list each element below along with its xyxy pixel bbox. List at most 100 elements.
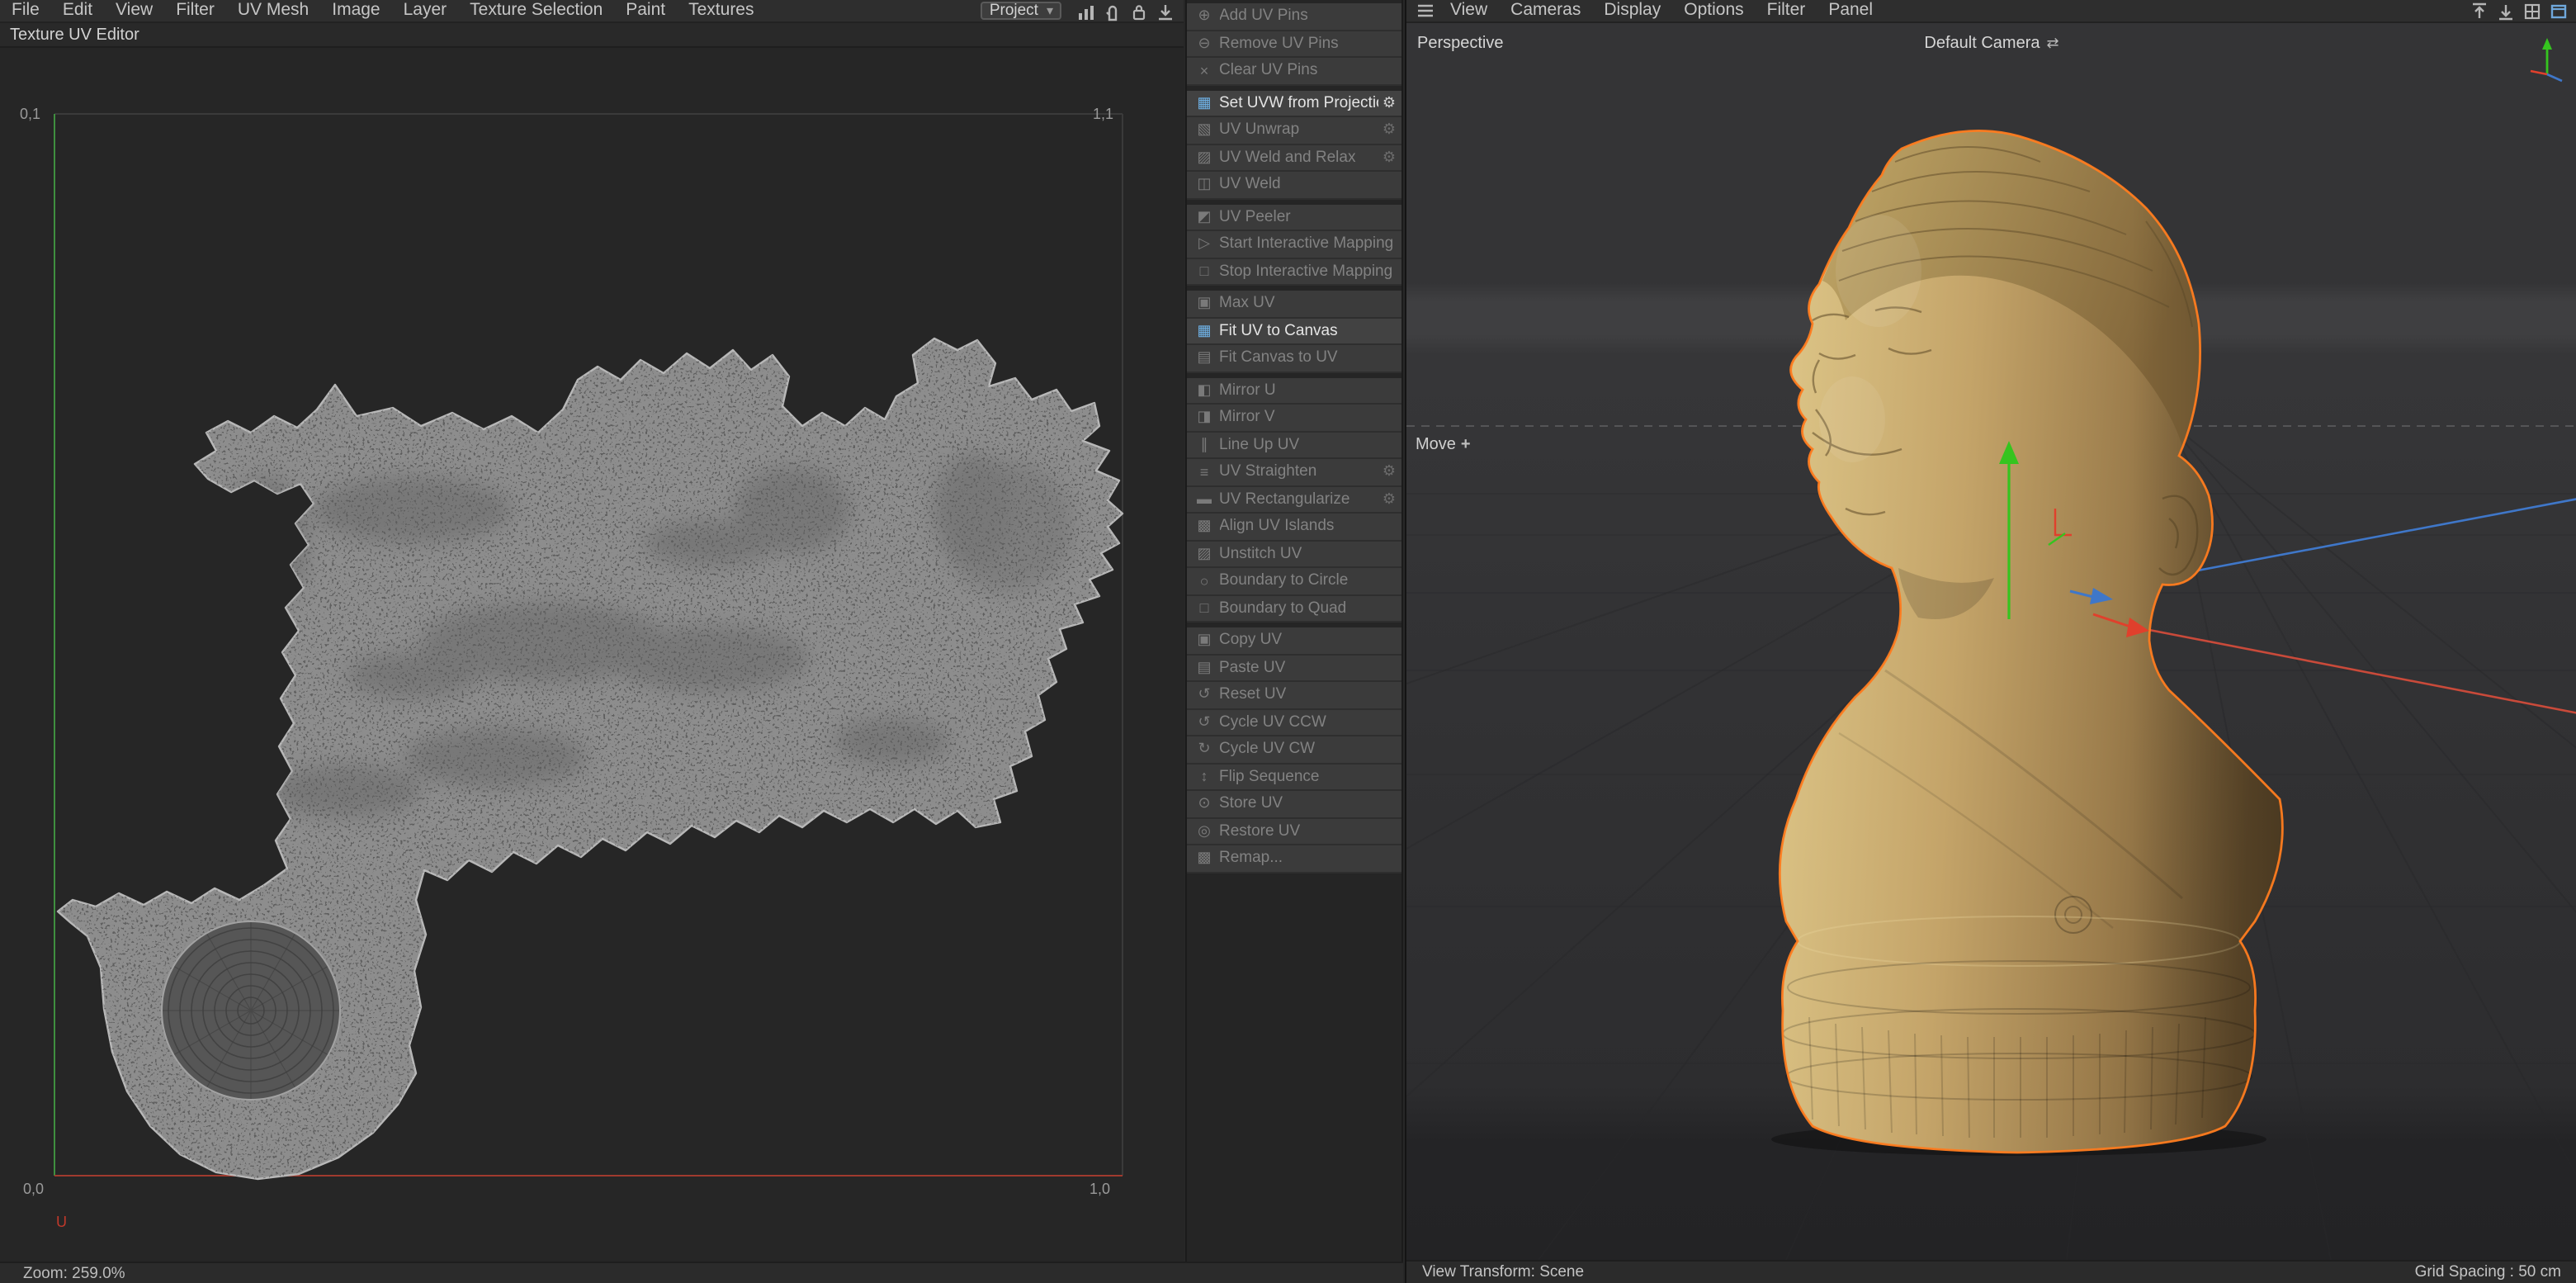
camera-swap-icon[interactable]: ⇄ <box>2046 35 2058 53</box>
uv-menu-item-label: Flip Sequence <box>1219 768 1396 786</box>
uv-menu-item-label: Add UV Pins <box>1219 7 1396 26</box>
start-interactive-mapping-icon: ▷ <box>1194 235 1214 253</box>
uv-menu-item-label: Mirror U <box>1219 381 1396 400</box>
mirror-u-icon: ◧ <box>1194 381 1214 400</box>
uv-menu-item-add-uv-pins[interactable]: ⊕ Add UV Pins <box>1186 3 1401 31</box>
uv-menu-item-remap[interactable]: ▩Remap... <box>1186 845 1401 873</box>
uv-label-00: 0,0 <box>23 1181 44 1197</box>
uv-menu-item-remove-uv-pins[interactable]: ⊖Remove UV Pins <box>1186 31 1401 58</box>
dock-icon[interactable] <box>1152 1 1177 21</box>
menu-image[interactable]: Image <box>320 0 391 21</box>
gear-icon[interactable]: ⚙ <box>1383 463 1396 481</box>
menu-edit[interactable]: Edit <box>51 0 104 21</box>
stop-interactive-mapping-icon: □ <box>1194 263 1214 280</box>
uv-menu-item-clear-uv-pins[interactable]: ×Clear UV Pins <box>1186 58 1401 85</box>
pin-remove-icon: ⊖ <box>1194 35 1214 53</box>
uv-menu-item-boundary-to-circle[interactable]: ○Boundary to Circle <box>1186 568 1401 595</box>
pin-clear-icon: × <box>1194 63 1214 79</box>
grid-spacing-label: Grid Spacing : 50 cm <box>2415 1263 2561 1281</box>
uv-menu-item-start-interactive-mapping[interactable]: ▷Start Interactive Mapping <box>1186 231 1401 258</box>
menu-file[interactable]: File <box>0 0 51 21</box>
uv-menu-item-set-uvw-from-projection[interactable]: ▦Set UVW from Projection⚙ <box>1186 90 1401 117</box>
uv-menu-item-uv-straighten[interactable]: ≡UV Straighten⚙ <box>1186 459 1401 486</box>
camera-menu[interactable]: Default Camera ⇄ <box>1924 35 2058 53</box>
viewport-menu-display[interactable]: Display <box>1592 0 1672 21</box>
uv-menu-item-reset-uv[interactable]: ↺Reset UV <box>1186 682 1401 709</box>
menu-textures[interactable]: Textures <box>677 0 765 21</box>
menu-view[interactable]: View <box>104 0 164 21</box>
uv-menu-item-uv-weld[interactable]: ◫ UV Weld <box>1186 172 1401 199</box>
uv-menu-item-label: UV Unwrap <box>1219 121 1379 140</box>
application-window: FileEditViewFilterUV MeshImageLayerTextu… <box>0 0 2576 1283</box>
uv-menu-item-align-uv-islands[interactable]: ▩Align UV Islands <box>1186 514 1401 541</box>
uv-menu-item-uv-unwrap[interactable]: ▧UV Unwrap⚙ <box>1186 117 1401 144</box>
uv-menu-item-label: Boundary to Circle <box>1219 572 1396 590</box>
menu-texture-selection[interactable]: Texture Selection <box>458 0 614 21</box>
window-icon[interactable] <box>2546 1 2571 21</box>
uv-menu-item-uv-rectangularize[interactable]: ▬UV Rectangularize⚙ <box>1186 486 1401 514</box>
viewport-canvas[interactable]: Perspective Default Camera ⇄ Move + <box>1406 23 2576 1260</box>
uv-menu-item-label: UV Weld <box>1219 176 1396 194</box>
viewport-menu-cameras[interactable]: Cameras <box>1499 0 1592 21</box>
uv-menu-item-cycle-uv-ccw[interactable]: ↺Cycle UV CCW <box>1186 709 1401 736</box>
viewport-menu-options[interactable]: Options <box>1672 0 1755 21</box>
uv-menu-item-boundary-to-quad[interactable]: □Boundary to Quad <box>1186 595 1401 623</box>
gear-icon[interactable]: ⚙ <box>1383 490 1396 509</box>
uv-menu-item-fit-canvas-to-uv[interactable]: ▤ Fit Canvas to UV <box>1186 345 1401 372</box>
uv-menu-item-line-up-uv[interactable]: ∥Line Up UV <box>1186 432 1401 459</box>
viewport-menu-panel[interactable]: Panel <box>1817 0 1884 21</box>
uv-menu-item-paste-uv[interactable]: ▤Paste UV <box>1186 655 1401 682</box>
uv-menu-item-max-uv[interactable]: ▣Max UV <box>1186 291 1401 318</box>
grid-icon[interactable] <box>2520 1 2545 21</box>
perspective-menu[interactable]: Perspective <box>1417 35 1504 53</box>
move-cross-icon: + <box>1461 436 1471 454</box>
uv-menu-item-store-uv[interactable]: ⊙Store UV <box>1186 791 1401 818</box>
uv-menu-item-label: Mirror V <box>1219 409 1396 427</box>
uv-weld-icon: ◫ <box>1194 176 1214 194</box>
viewport-menu-filter[interactable]: Filter <box>1756 0 1817 21</box>
uv-menu-item-uv-weld-and-relax[interactable]: ▨UV Weld and Relax⚙ <box>1186 144 1401 172</box>
pin-add-icon: ⊕ <box>1194 7 1214 26</box>
uv-menu-item-mirror-u[interactable]: ◧ Mirror U <box>1186 377 1401 405</box>
histogram-icon[interactable] <box>1073 1 1098 21</box>
uv-menu-item-stop-interactive-mapping[interactable]: □ Stop Interactive Mapping <box>1186 258 1401 286</box>
uv-menu-item-label: Stop Interactive Mapping <box>1219 263 1396 281</box>
lock-icon[interactable] <box>1126 1 1151 21</box>
gear-icon[interactable]: ⚙ <box>1383 149 1396 167</box>
hand-icon[interactable] <box>1099 1 1124 21</box>
uv-menu-item-fit-uv-to-canvas[interactable]: ▦Fit UV to Canvas <box>1186 318 1401 345</box>
arrow-up-icon[interactable] <box>2467 1 2492 21</box>
viewport-menus: ViewCamerasDisplayOptionsFilterPanel <box>1439 0 1884 21</box>
uv-menu-item-restore-uv[interactable]: ◎Restore UV <box>1186 818 1401 845</box>
uv-menu-item-label: Cycle UV CCW <box>1219 713 1396 731</box>
menu-uv-mesh[interactable]: UV Mesh <box>226 0 320 21</box>
uv-menu-item-label: Set UVW from Projection <box>1219 94 1379 112</box>
uv-menu-item-cycle-uv-cw[interactable]: ↻Cycle UV CW <box>1186 736 1401 764</box>
menu-layer[interactable]: Layer <box>392 0 459 21</box>
fit-canvas-uv-icon: ▤ <box>1194 349 1214 367</box>
uv-menu-item-label: Fit Canvas to UV <box>1219 349 1396 367</box>
uv-menu-item-copy-uv[interactable]: ▣Copy UV <box>1186 627 1401 655</box>
hamburger-menu-icon[interactable] <box>1412 1 1437 21</box>
uv-label-11: 1,1 <box>1093 106 1113 122</box>
uv-menu-item-uv-peeler[interactable]: ◩UV Peeler <box>1186 204 1401 231</box>
mirror-v-icon: ◨ <box>1194 409 1214 427</box>
gear-icon[interactable]: ⚙ <box>1383 94 1396 112</box>
axis-orientation-gizmo[interactable] <box>2525 33 2568 83</box>
menu-filter[interactable]: Filter <box>164 0 226 21</box>
uv-menu-item-mirror-v[interactable]: ◨ Mirror V <box>1186 405 1401 432</box>
uv-menu-item-unstitch-uv[interactable]: ▨Unstitch UV <box>1186 541 1401 568</box>
uv-menu-item-label: Unstitch UV <box>1219 545 1396 563</box>
uv-menu-item-flip-sequence[interactable]: ↕Flip Sequence <box>1186 764 1401 791</box>
uv-canvas-svg[interactable]: 0,1 1,1 0,0 1,0 U <box>0 48 1184 1262</box>
move-tool-hud: Move + <box>1416 436 1471 454</box>
zoom-level: Zoom: 259.0% <box>23 1264 125 1282</box>
uv-peeler-icon: ◩ <box>1194 208 1214 226</box>
menu-paint[interactable]: Paint <box>614 0 677 21</box>
tab-texture-uv-editor[interactable]: Texture UV Editor <box>0 26 139 44</box>
gear-icon[interactable]: ⚙ <box>1383 121 1396 140</box>
viewport-menu-view[interactable]: View <box>1439 0 1499 21</box>
arrow-down-icon[interactable] <box>2493 1 2518 21</box>
uv-canvas[interactable]: 0,1 1,1 0,0 1,0 U <box>0 48 1184 1262</box>
project-dropdown[interactable]: Project ▾ <box>981 2 1061 20</box>
